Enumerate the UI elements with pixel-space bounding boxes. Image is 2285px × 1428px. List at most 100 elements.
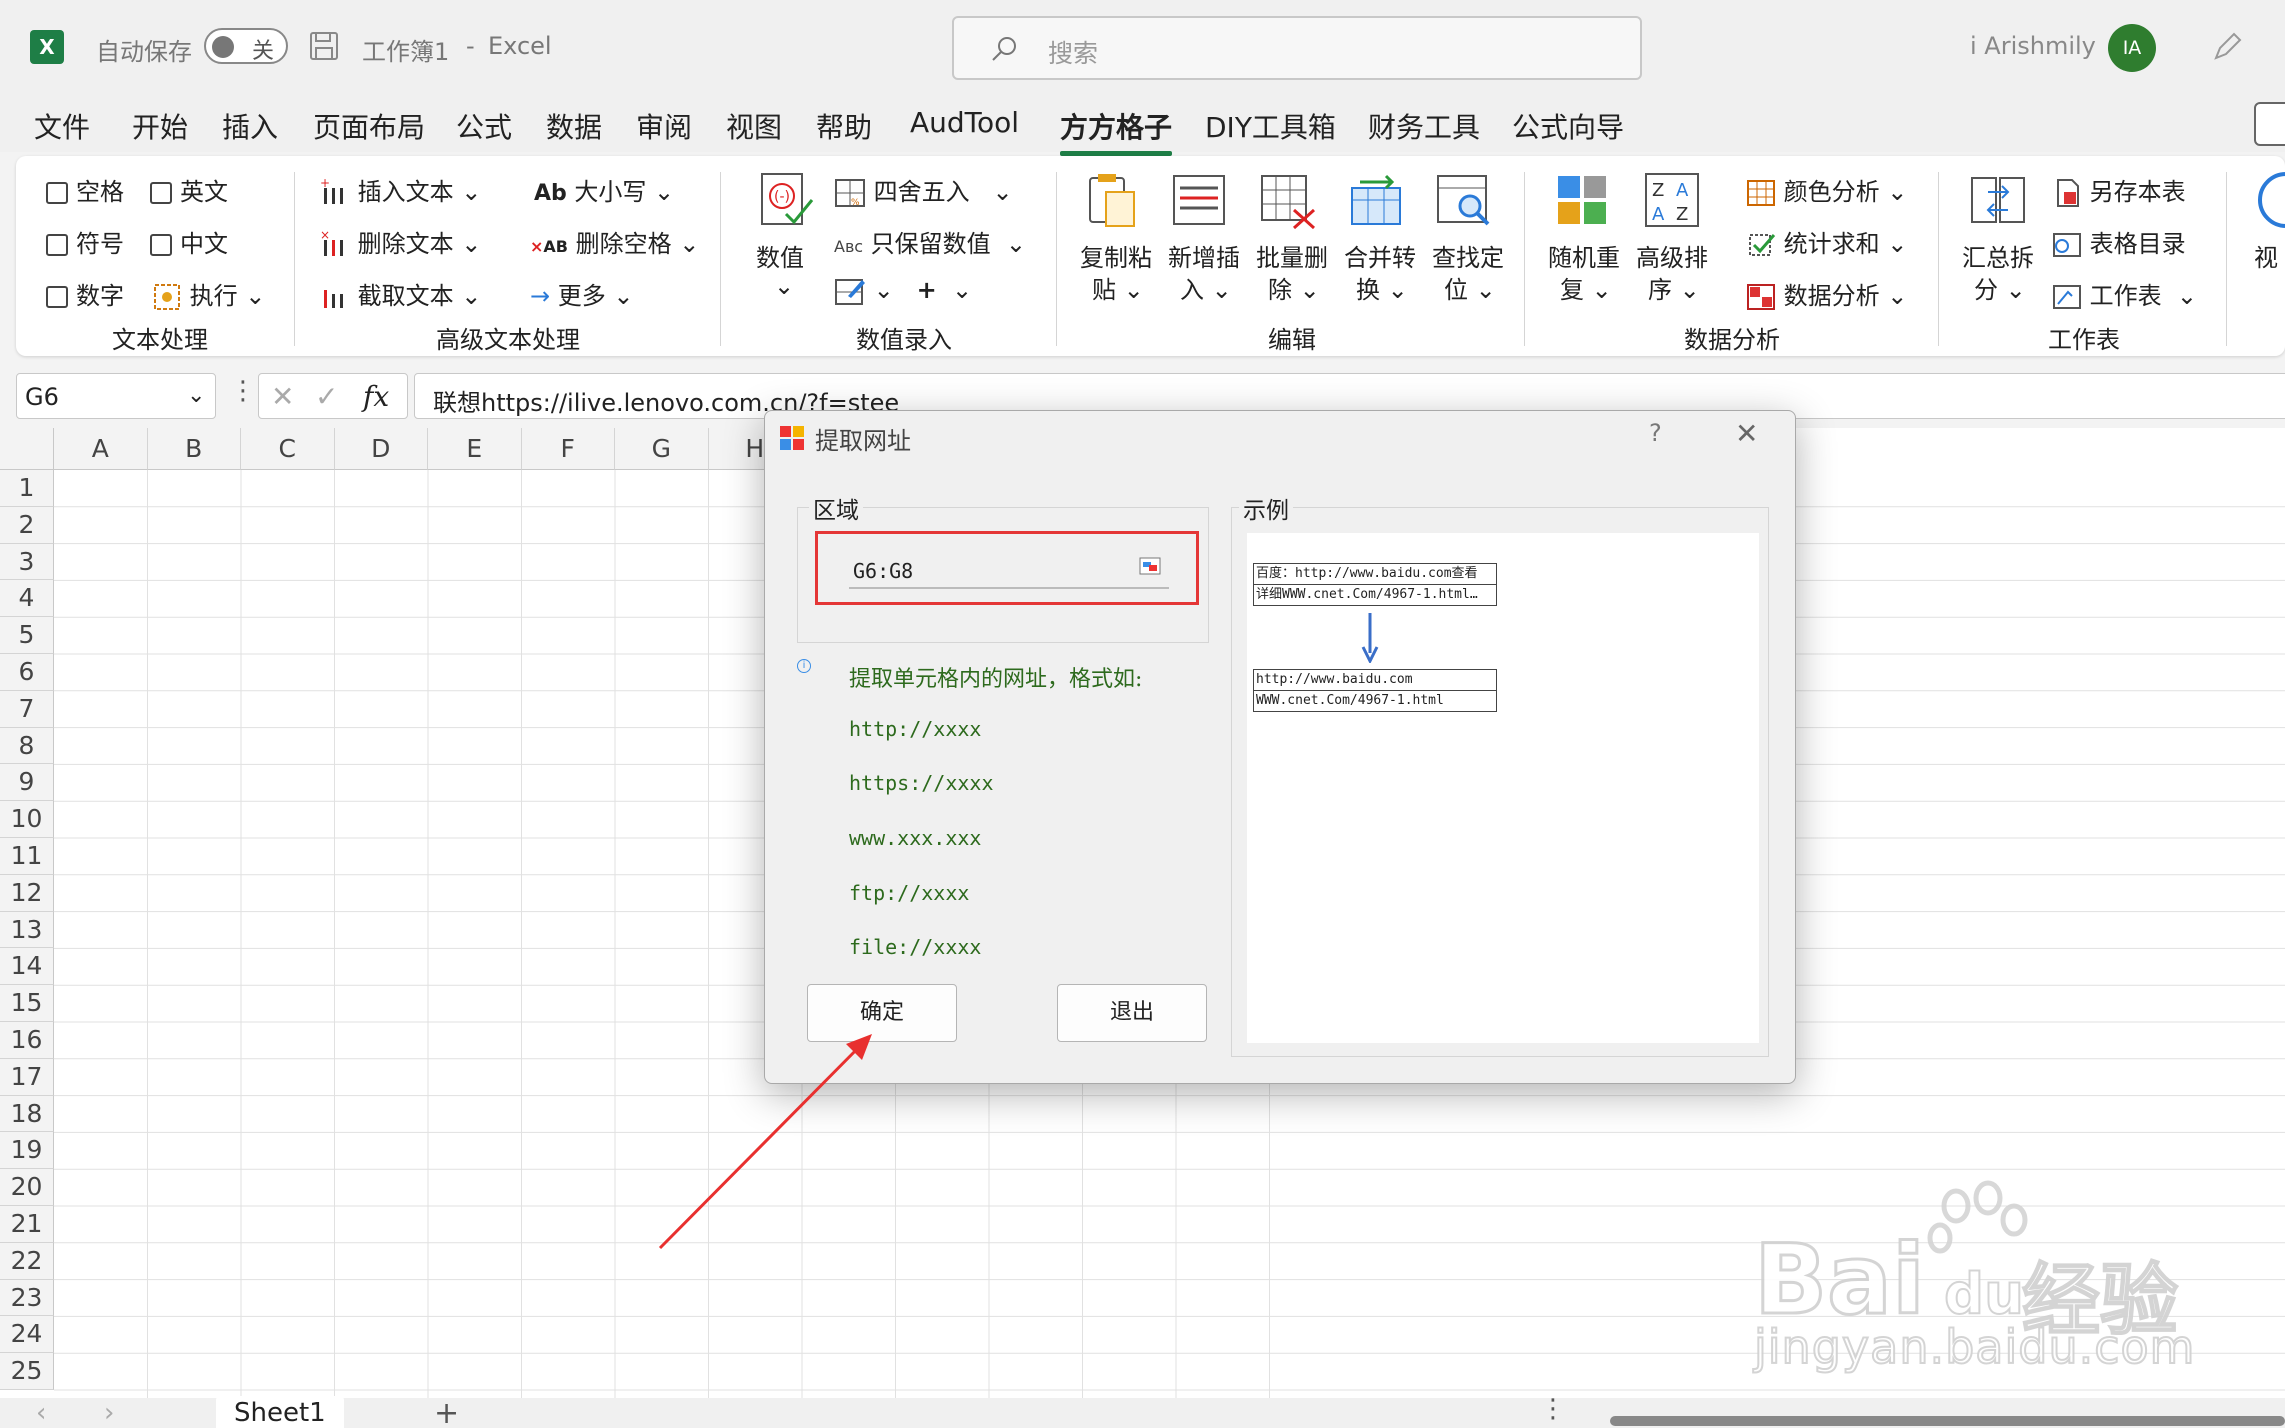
select-all-corner[interactable] [0,428,54,470]
exit-button[interactable]: 退出 [1057,984,1207,1042]
column-header-d[interactable]: D [334,428,428,470]
menu-file[interactable]: 文件 [34,106,90,146]
keep-value-button[interactable]: Aʙc 只保留数值 ⌄ [834,224,1026,259]
merge-convert-button-line2[interactable]: 换 ⌄ [1356,270,1408,305]
more-options-icon[interactable]: ⋮ [230,376,256,406]
merge-convert-button[interactable]: 合并转 [1344,238,1416,273]
prev-sheet-icon[interactable]: ‹ [36,1398,46,1428]
value-dropdown-icon[interactable]: ⌄ [774,272,794,300]
batch-delete-button[interactable]: 批量删 [1256,238,1328,273]
menu-formula-wizard[interactable]: 公式向导 [1512,106,1624,146]
summary-split-button-line2[interactable]: 分 ⌄ [1974,270,2026,305]
row-header-9[interactable]: 9 [0,764,54,802]
menu-page-layout[interactable]: 页面布局 [313,106,425,146]
row-header-20[interactable]: 20 [0,1169,54,1206]
column-header-b[interactable]: B [147,428,241,470]
row-header-11[interactable]: 11 [0,838,54,875]
row-header-24[interactable]: 24 [0,1316,54,1354]
data-analysis-button[interactable]: 数据分析 ⌄ [1746,276,1907,311]
table-toc-button[interactable]: 表格目录 [2052,224,2186,260]
color-analysis-button[interactable]: 颜色分析 ⌄ [1746,172,1907,207]
sheet-options-icon[interactable]: ⋮ [1540,1394,1566,1424]
row-header-23[interactable]: 23 [0,1279,54,1317]
add-sheet-button[interactable]: + [434,1396,459,1428]
copy-paste-button[interactable]: 复制粘 [1080,238,1152,273]
row-header-1[interactable]: 1 [0,470,54,507]
checkbox-space[interactable]: 空格 [46,172,124,207]
row-header-13[interactable]: 13 [0,911,54,949]
row-header-15[interactable]: 15 [0,985,54,1022]
row-header-16[interactable]: 16 [0,1022,54,1059]
row-header-6[interactable]: 6 [0,654,54,691]
checkbox-symbol[interactable]: 符号 [46,224,124,259]
menu-fangfanggezi[interactable]: 方方格子 [1060,106,1173,156]
menu-audtool[interactable]: AudTool [910,106,1019,139]
autosave-toggle[interactable]: 关 [204,28,288,64]
batch-delete-button-line2[interactable]: 除 ⌄ [1268,270,1320,305]
dialog-help-button[interactable]: ? [1649,419,1662,447]
worksheet-button[interactable]: 工作表 ⌄ [2052,276,2197,312]
pen-icon[interactable] [2210,30,2244,64]
next-sheet-icon[interactable]: › [104,1398,114,1428]
menu-help[interactable]: 帮助 [816,106,872,146]
new-insert-button[interactable]: 新增插 [1168,238,1240,273]
row-header-19[interactable]: 19 [0,1132,54,1170]
row-header-7[interactable]: 7 [0,690,54,728]
delete-text-button[interactable]: × 删除文本 ⌄ [320,224,481,260]
chevron-down-icon[interactable]: ⌄ [187,383,205,408]
find-locate-button-line2[interactable]: 位 ⌄ [1444,270,1496,305]
row-header-25[interactable]: 25 [0,1353,54,1390]
stat-sum-button[interactable]: 统计求和 ⌄ [1746,224,1907,259]
comments-button[interactable] [2254,102,2285,146]
row-header-14[interactable]: 14 [0,948,54,986]
round-button[interactable]: % 四舍五入 ⌄ [834,172,1013,208]
row-header-5[interactable]: 5 [0,617,54,654]
column-header-c[interactable]: C [241,428,335,470]
execute-button[interactable]: 执行 ⌄ [152,276,265,312]
copy-paste-button-line2[interactable]: 贴 ⌄ [1092,270,1144,305]
row-header-10[interactable]: 10 [0,801,54,838]
save-sheet-as-button[interactable]: 另存本表 [2052,172,2186,208]
column-header-f[interactable]: F [521,428,615,470]
row-header-18[interactable]: 18 [0,1095,54,1133]
find-locate-button[interactable]: 查找定 [1432,238,1504,273]
range-select-icon[interactable] [1139,557,1161,575]
random-repeat-button[interactable]: 随机重 [1548,238,1620,273]
dialog-close-button[interactable]: ✕ [1735,417,1758,450]
user-avatar[interactable]: IA [2108,24,2156,72]
row-header-21[interactable]: 21 [0,1206,54,1243]
delete-space-button[interactable]: ×AB 删除空格 ⌄ [530,224,699,259]
checkbox-english[interactable]: 英文 [150,172,228,207]
random-repeat-button-line2[interactable]: 复 ⌄ [1560,270,1612,305]
row-header-3[interactable]: 3 [0,543,54,581]
menu-data[interactable]: 数据 [546,106,602,146]
cancel-icon[interactable]: ✕ [271,380,294,413]
row-header-17[interactable]: 17 [0,1058,54,1096]
sheet-tab-sheet1[interactable]: Sheet1 [216,1396,344,1428]
checkbox-number[interactable]: 数字 [46,276,124,311]
search-box[interactable]: 搜索 [952,16,1642,80]
menu-insert[interactable]: 插入 [222,106,278,146]
new-insert-button-line2[interactable]: 入 ⌄ [1180,270,1232,305]
menu-review[interactable]: 审阅 [636,106,692,146]
view-button[interactable]: 视 [2254,238,2278,273]
save-icon[interactable] [308,30,340,62]
summary-split-button[interactable]: 汇总拆 [1962,238,2034,273]
region-input[interactable]: G6:G8 [849,553,1169,589]
menu-home[interactable]: 开始 [132,106,188,146]
row-header-4[interactable]: 4 [0,580,54,618]
edit-value-button[interactable]: ⌄ + ⌄ [834,276,972,306]
menu-view[interactable]: 视图 [726,106,782,146]
row-header-2[interactable]: 2 [0,506,54,544]
checkbox-chinese[interactable]: 中文 [150,224,228,259]
column-header-g[interactable]: G [615,428,709,470]
advanced-sort-button-line2[interactable]: 序 ⌄ [1648,270,1700,305]
column-header-e[interactable]: E [428,428,522,470]
name-box[interactable]: G6 ⌄ [16,373,216,419]
confirm-icon[interactable]: ✓ [315,380,338,413]
column-header-a[interactable]: A [54,428,148,470]
menu-finance-tools[interactable]: 财务工具 [1368,106,1480,146]
more-button[interactable]: → 更多 ⌄ [530,276,634,311]
extract-text-button[interactable]: 截取文本 ⌄ [320,276,481,312]
case-button[interactable]: Ab 大小写 ⌄ [534,172,674,207]
